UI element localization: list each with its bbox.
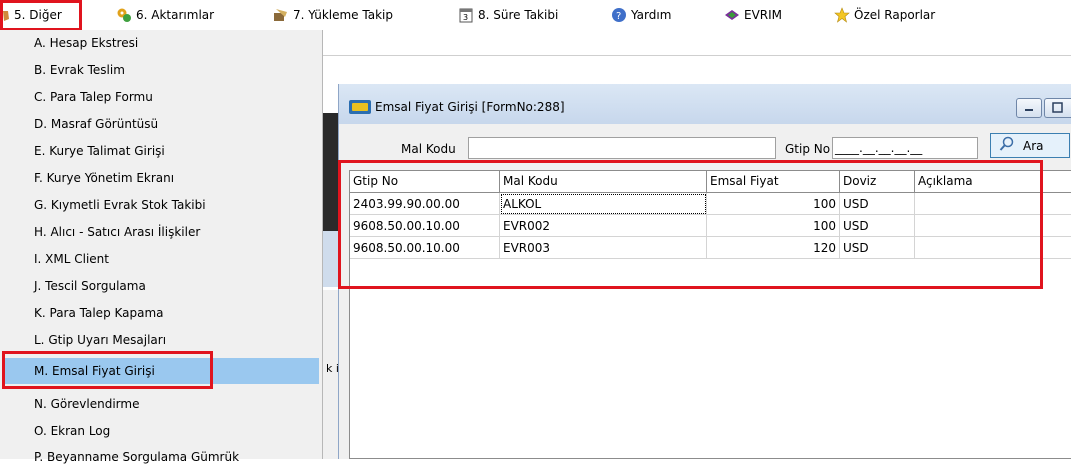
menu-item-label: Özel Raporlar (854, 8, 936, 22)
cell-emsal-fiyat[interactable]: 100 (707, 215, 840, 237)
help-icon: ? (611, 7, 627, 23)
dropdown-item-masraf-goruntusu[interactable]: D. Masraf Görüntüsü (0, 111, 318, 137)
window-titlebar[interactable]: Emsal Fiyat Girişi [FormNo:288] (339, 84, 1071, 124)
gtip-no-label: Gtip No (785, 142, 831, 156)
evrim-icon (724, 7, 740, 23)
menu-item-label: Yardım (631, 8, 672, 22)
cell-aciklama[interactable] (915, 193, 1071, 215)
minimize-button[interactable] (1016, 98, 1042, 118)
mal-kodu-input[interactable] (468, 137, 776, 159)
cell-gtip-no[interactable]: 9608.50.00.10.00 (350, 215, 500, 237)
cell-doviz[interactable]: USD (840, 215, 915, 237)
menu-item-yardim[interactable]: ? Yardım (611, 0, 671, 30)
column-header-emsal-fiyat[interactable]: Emsal Fiyat (707, 171, 840, 193)
menu-item-label: 5. Diğer (14, 8, 62, 22)
dropdown-item-gtip-uyari[interactable]: L. Gtip Uyarı Mesajları (0, 327, 318, 353)
search-button[interactable]: Ara (990, 133, 1070, 158)
window-title: Emsal Fiyat Girişi [FormNo:288] (375, 100, 565, 114)
dropdown-item-kiymetli-evrak[interactable]: G. Kıymetli Evrak Stok Takibi (0, 192, 318, 218)
cell-mal-kodu[interactable]: EVR003 (500, 237, 707, 259)
dropdown-item-alici-satici[interactable]: H. Alıcı - Satıcı Arası İlişkiler (0, 219, 318, 245)
dropdown-item-kurye-talimat-girisi[interactable]: E. Kurye Talimat Girişi (0, 138, 318, 164)
menu-item-sure-takibi[interactable]: 3 8. Süre Takibi (458, 0, 558, 30)
menu-item-yukleme-takip[interactable]: 7. Yükleme Takip (273, 0, 393, 30)
cell-mal-kodu[interactable]: EVR002 (500, 215, 707, 237)
menu-item-diger[interactable]: 5. Diğer (2, 0, 62, 30)
dropdown-item-ekran-log[interactable]: O. Ekran Log (0, 418, 318, 444)
menu-item-evrim[interactable]: EVRIM (724, 0, 782, 30)
mal-kodu-label: Mal Kodu (401, 142, 456, 156)
dropdown-item-tescil-sorgulama[interactable]: J. Tescil Sorgulama (0, 273, 318, 299)
column-header-mal-kodu[interactable]: Mal Kodu (500, 171, 707, 193)
menu-item-label: 8. Süre Takibi (478, 8, 559, 22)
cell-emsal-fiyat[interactable]: 100 (707, 193, 840, 215)
hand-icon (2, 7, 10, 23)
dropdown-item-kurye-yonetim-ekrani[interactable]: F. Kurye Yönetim Ekranı (0, 165, 318, 191)
menu-item-ozel-raporlar[interactable]: Özel Raporlar (834, 0, 935, 30)
search-button-label: Ara (1023, 138, 1044, 153)
column-header-aciklama[interactable]: Açıklama (915, 171, 1071, 193)
cell-mal-kodu[interactable]: ALKOL (500, 193, 707, 215)
column-header-doviz[interactable]: Doviz (840, 171, 915, 193)
dropdown-item-hesap-ekstresi[interactable]: A. Hesap Ekstresi (0, 30, 318, 56)
tracking-icon (273, 7, 289, 23)
cell-gtip-no[interactable]: 2403.99.90.00.00 (350, 193, 500, 215)
background-divider (323, 55, 1071, 56)
dropdown-item-xml-client[interactable]: I. XML Client (0, 246, 318, 272)
cell-emsal-fiyat[interactable]: 120 (707, 237, 840, 259)
gears-icon (116, 7, 132, 23)
dropdown-item-para-talep-formu[interactable]: C. Para Talep Formu (0, 84, 318, 110)
gtip-no-input[interactable]: ____.__.__.__.__ (832, 137, 978, 159)
menu-bar: 5. Diğer 6. Aktarımlar 7. Yükleme Takip … (0, 0, 1071, 30)
emsal-fiyat-grid: Gtip No Mal Kodu Emsal Fiyat Doviz Açıkl… (349, 170, 1071, 459)
dropdown-item-para-talep-kapama[interactable]: K. Para Talep Kapama (0, 300, 318, 326)
menu-item-label: 7. Yükleme Takip (293, 8, 393, 22)
svg-text:3: 3 (463, 13, 468, 22)
app-logo-icon (349, 100, 371, 114)
cell-aciklama[interactable] (915, 215, 1071, 237)
svg-text:?: ? (616, 11, 621, 22)
maximize-button[interactable] (1044, 98, 1071, 118)
cell-aciklama[interactable] (915, 237, 1071, 259)
background-partial-text: k i (326, 362, 339, 375)
menu-item-label: EVRIM (744, 8, 783, 22)
dropdown-item-emsal-fiyat-girisi[interactable]: M. Emsal Fiyat Girişi (3, 358, 319, 384)
cell-doviz[interactable]: USD (840, 237, 915, 259)
dropdown-item-gorevlendirme[interactable]: N. Görevlendirme (0, 391, 318, 417)
calendar-icon: 3 (458, 7, 474, 23)
diger-dropdown-menu: A. Hesap Ekstresi B. Evrak Teslim C. Par… (0, 30, 323, 464)
dropdown-item-beyanname-sorgulama[interactable]: P. Beyanname Sorgulama Gümrük (0, 444, 318, 470)
menu-item-label: 6. Aktarımlar (136, 8, 215, 22)
emsal-fiyat-window: Emsal Fiyat Girişi [FormNo:288] Mal Kodu… (338, 84, 1071, 459)
menu-item-aktarimlar[interactable]: 6. Aktarımlar (116, 0, 214, 30)
search-icon (999, 136, 1015, 155)
column-header-gtip-no[interactable]: Gtip No (350, 171, 500, 193)
cell-gtip-no[interactable]: 9608.50.00.10.00 (350, 237, 500, 259)
cell-doviz[interactable]: USD (840, 193, 915, 215)
star-icon (834, 7, 850, 23)
dropdown-item-evrak-teslim[interactable]: B. Evrak Teslim (0, 57, 318, 83)
